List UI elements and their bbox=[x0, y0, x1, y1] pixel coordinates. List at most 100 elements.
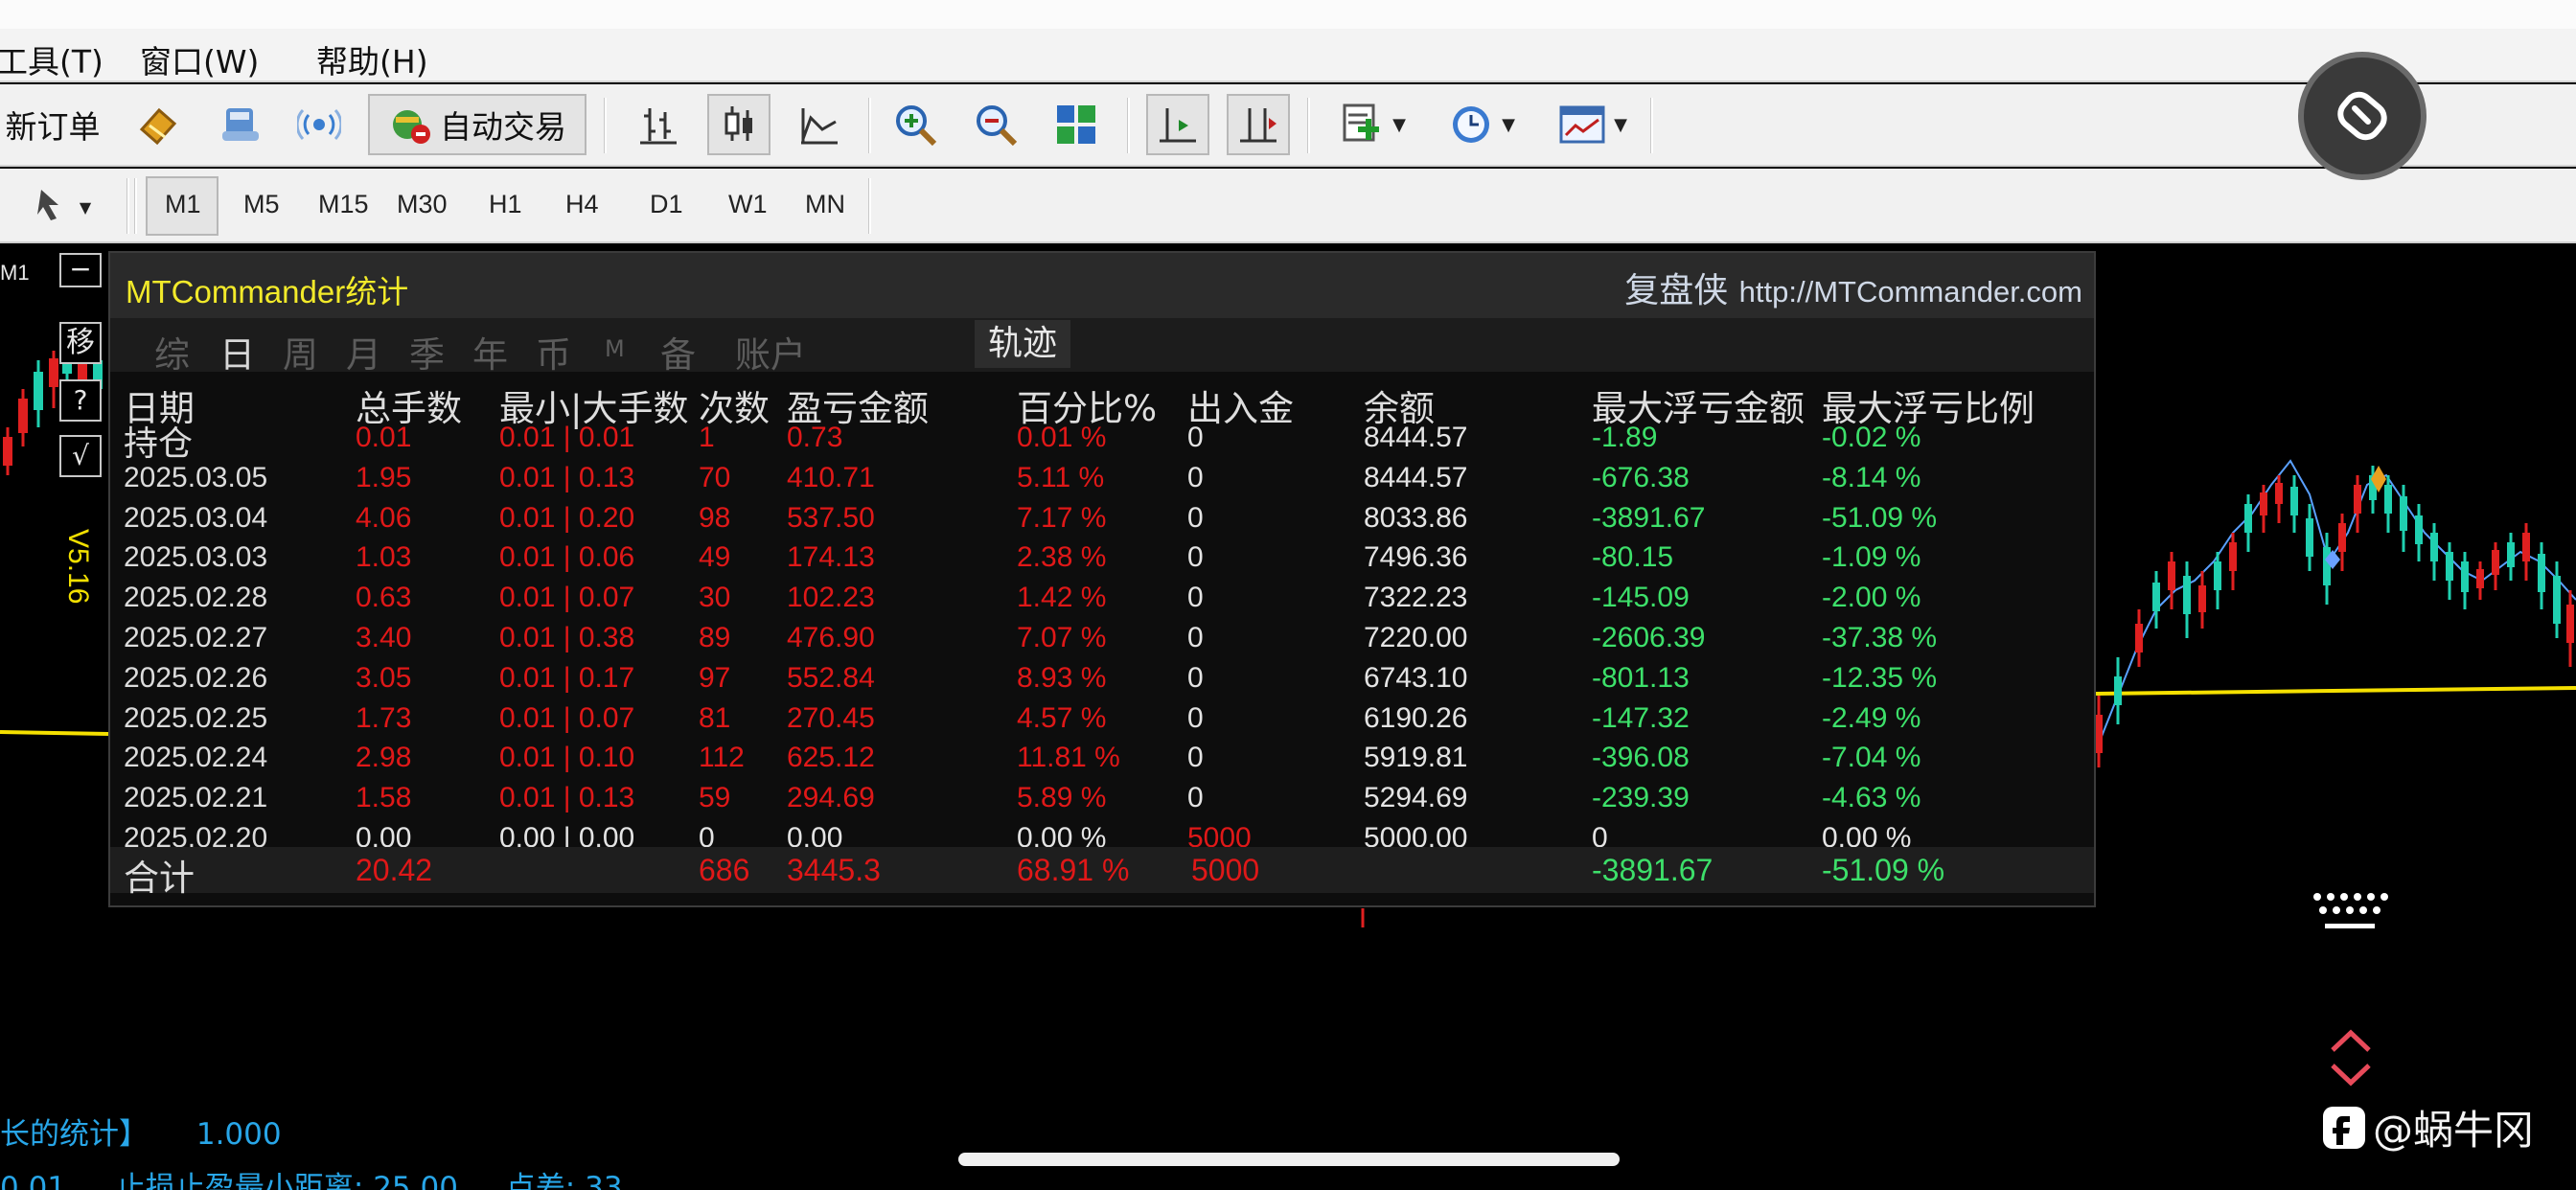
period-m15[interactable]: M15 bbox=[318, 190, 369, 219]
total-row: 合计 20.42 686 3445.3 68.91 % 5000 -3891.6… bbox=[110, 847, 2094, 898]
timeframes-dropdown[interactable]: ▼ bbox=[1436, 94, 1528, 155]
tile-windows-icon bbox=[1057, 105, 1095, 144]
minimize-panel-button[interactable]: − bbox=[59, 253, 102, 287]
zoom-out-button[interactable] bbox=[964, 94, 1027, 155]
tag-icon bbox=[2337, 91, 2387, 141]
options-button[interactable] bbox=[209, 94, 272, 155]
tile-windows-button[interactable] bbox=[1045, 94, 1108, 155]
tab-account[interactable]: 账户 bbox=[735, 326, 806, 378]
cell-date: 2025.02.24 bbox=[124, 742, 268, 774]
cell-count: 59 bbox=[699, 782, 731, 814]
cell-min-max-lots: 0.01 | 0.10 bbox=[499, 742, 635, 774]
period-m30[interactable]: M30 bbox=[397, 190, 448, 219]
cell-date: 2025.02.28 bbox=[124, 582, 268, 614]
cell-pnl: 552.84 bbox=[787, 661, 875, 694]
chevron-down-icon: ▼ bbox=[1502, 114, 1515, 135]
cell-percent: 11.81 % bbox=[1017, 742, 1120, 774]
toolbar-separator bbox=[134, 178, 137, 234]
help-button[interactable]: ? bbox=[59, 379, 102, 422]
cell-date: 2025.03.03 bbox=[124, 541, 268, 574]
signals-button[interactable] bbox=[288, 94, 351, 155]
total-max-float-loss: -3891.67 bbox=[1592, 853, 1714, 887]
table-row: 2025.02.27 3.40 0.01 | 0.38 89 476.90 7.07 % 0… bbox=[110, 620, 2094, 660]
history-center-button[interactable] bbox=[126, 94, 190, 155]
period-d1[interactable]: D1 bbox=[650, 190, 683, 219]
confirm-button[interactable]: √ bbox=[59, 435, 102, 477]
home-indicator[interactable] bbox=[958, 1153, 1620, 1166]
cell-max-float-loss: -3891.67 bbox=[1592, 501, 1706, 534]
period-h1[interactable]: H1 bbox=[489, 190, 522, 219]
total-percent: 68.91 % bbox=[1017, 853, 1130, 887]
cell-pnl: 174.13 bbox=[787, 541, 875, 574]
new-order-button[interactable]: 新订单 bbox=[0, 94, 105, 155]
tab-year[interactable]: 年 bbox=[472, 326, 508, 378]
period-h4[interactable]: H4 bbox=[565, 190, 599, 219]
cell-count: 89 bbox=[699, 622, 731, 653]
auto-scroll-button[interactable] bbox=[1146, 94, 1209, 155]
cell-min-max-lots: 0.01 | 0.17 bbox=[499, 661, 635, 694]
right-candles bbox=[2095, 466, 2574, 767]
info-line-2-b: 止损止盈最小距离: 25.00 bbox=[115, 1171, 458, 1190]
indicators-dropdown[interactable]: ▼ bbox=[1326, 94, 1418, 155]
cell-max-float-pct: -12.35 % bbox=[1822, 661, 1938, 694]
drawing-tools-dropdown[interactable]: ▼ bbox=[13, 176, 109, 238]
tab-currency[interactable]: 币 bbox=[536, 326, 571, 378]
cell-date: 2025.03.05 bbox=[124, 461, 268, 493]
chart-shift-button[interactable] bbox=[1227, 94, 1290, 155]
tab-month[interactable]: 月 bbox=[346, 326, 381, 378]
tab-notes[interactable]: 备 bbox=[660, 326, 696, 378]
cell-deposit: 0 bbox=[1187, 742, 1204, 774]
cell-total-lots: 4.06 bbox=[356, 501, 412, 534]
tab-track[interactable]: 轨迹 bbox=[975, 320, 1070, 368]
tab-m[interactable]: M bbox=[605, 335, 625, 362]
cell-deposit: 0 bbox=[1187, 582, 1204, 614]
cell-max-float-pct: -37.38 % bbox=[1822, 622, 1938, 653]
keyboard-icon[interactable] bbox=[2310, 889, 2390, 937]
table-row: 2025.02.28 0.63 0.01 | 0.07 30 102.23 1.42 % 0… bbox=[110, 580, 2094, 620]
move-panel-button[interactable]: 移 bbox=[59, 322, 102, 364]
zoom-in-button[interactable] bbox=[884, 94, 947, 155]
cell-total-lots: 3.05 bbox=[356, 661, 412, 694]
period-w1[interactable]: W1 bbox=[728, 190, 768, 219]
total-deposit: 5000 bbox=[1191, 853, 1260, 887]
chart-period-label: M1 bbox=[0, 261, 30, 285]
auto-trade-button[interactable]: 自动交易 bbox=[368, 94, 586, 155]
watermark-text: @蜗牛冈 bbox=[2373, 1107, 2535, 1154]
cell-balance: 7496.36 bbox=[1364, 541, 1468, 574]
zoom-in-icon bbox=[896, 105, 937, 147]
line-chart-button[interactable] bbox=[788, 94, 851, 155]
stats-panel-header: MTCommander统计 复盘侠 http://MTCommander.com bbox=[110, 253, 2094, 318]
stats-panel-title: MTCommander统计 bbox=[126, 274, 409, 309]
cell-date: 2025.02.25 bbox=[124, 701, 268, 734]
floating-assist-button[interactable] bbox=[2298, 52, 2426, 180]
candlestick-button[interactable] bbox=[707, 94, 770, 155]
period-m5[interactable]: M5 bbox=[243, 190, 280, 219]
drawing-arrow-icon bbox=[36, 190, 58, 220]
cell-total-lots: 1.95 bbox=[356, 461, 412, 493]
tab-day[interactable]: 日 bbox=[219, 326, 255, 378]
cell-percent: 5.11 % bbox=[1017, 461, 1105, 493]
info-line-2: 0.01 止损止盈最小距离: 25.00 点差: 33 bbox=[0, 1163, 623, 1190]
cell-deposit: 0 bbox=[1187, 501, 1204, 534]
menu-help[interactable]: 帮助(H) bbox=[316, 36, 428, 82]
menu-tools[interactable]: 工具(T) bbox=[0, 36, 104, 82]
expand-collapse-icon[interactable] bbox=[2327, 1027, 2375, 1088]
menu-window[interactable]: 窗口(W) bbox=[140, 36, 259, 82]
cell-deposit: 0 bbox=[1187, 622, 1204, 653]
cell-date: 2025.02.26 bbox=[124, 661, 268, 694]
templates-dropdown[interactable]: ▼ bbox=[1545, 94, 1641, 155]
brand-link[interactable]: 复盘侠 http://MTCommander.com bbox=[1624, 263, 2082, 312]
table-row: 2025.02.26 3.05 0.01 | 0.17 97 552.84 8.93 % 0… bbox=[110, 660, 2094, 700]
tab-week[interactable]: 周 bbox=[283, 326, 318, 378]
table-row: 2025.03.05 1.95 0.01 | 0.13 70 410.71 5.11 % 0… bbox=[110, 460, 2094, 500]
toolbar-separator bbox=[1650, 98, 1653, 153]
period-m1[interactable]: M1 bbox=[165, 190, 201, 219]
bar-chart-button[interactable] bbox=[627, 94, 690, 155]
table-row: 2025.02.25 1.73 0.01 | 0.07 81 270.45 4.57 % 0… bbox=[110, 700, 2094, 741]
tab-quarter[interactable]: 季 bbox=[409, 326, 445, 378]
candlestick-icon bbox=[724, 106, 752, 141]
cell-total-lots: 1.58 bbox=[356, 782, 412, 814]
cell-deposit: 0 bbox=[1187, 422, 1204, 453]
tab-overview[interactable]: 综 bbox=[154, 326, 190, 378]
period-mn[interactable]: MN bbox=[805, 190, 845, 219]
